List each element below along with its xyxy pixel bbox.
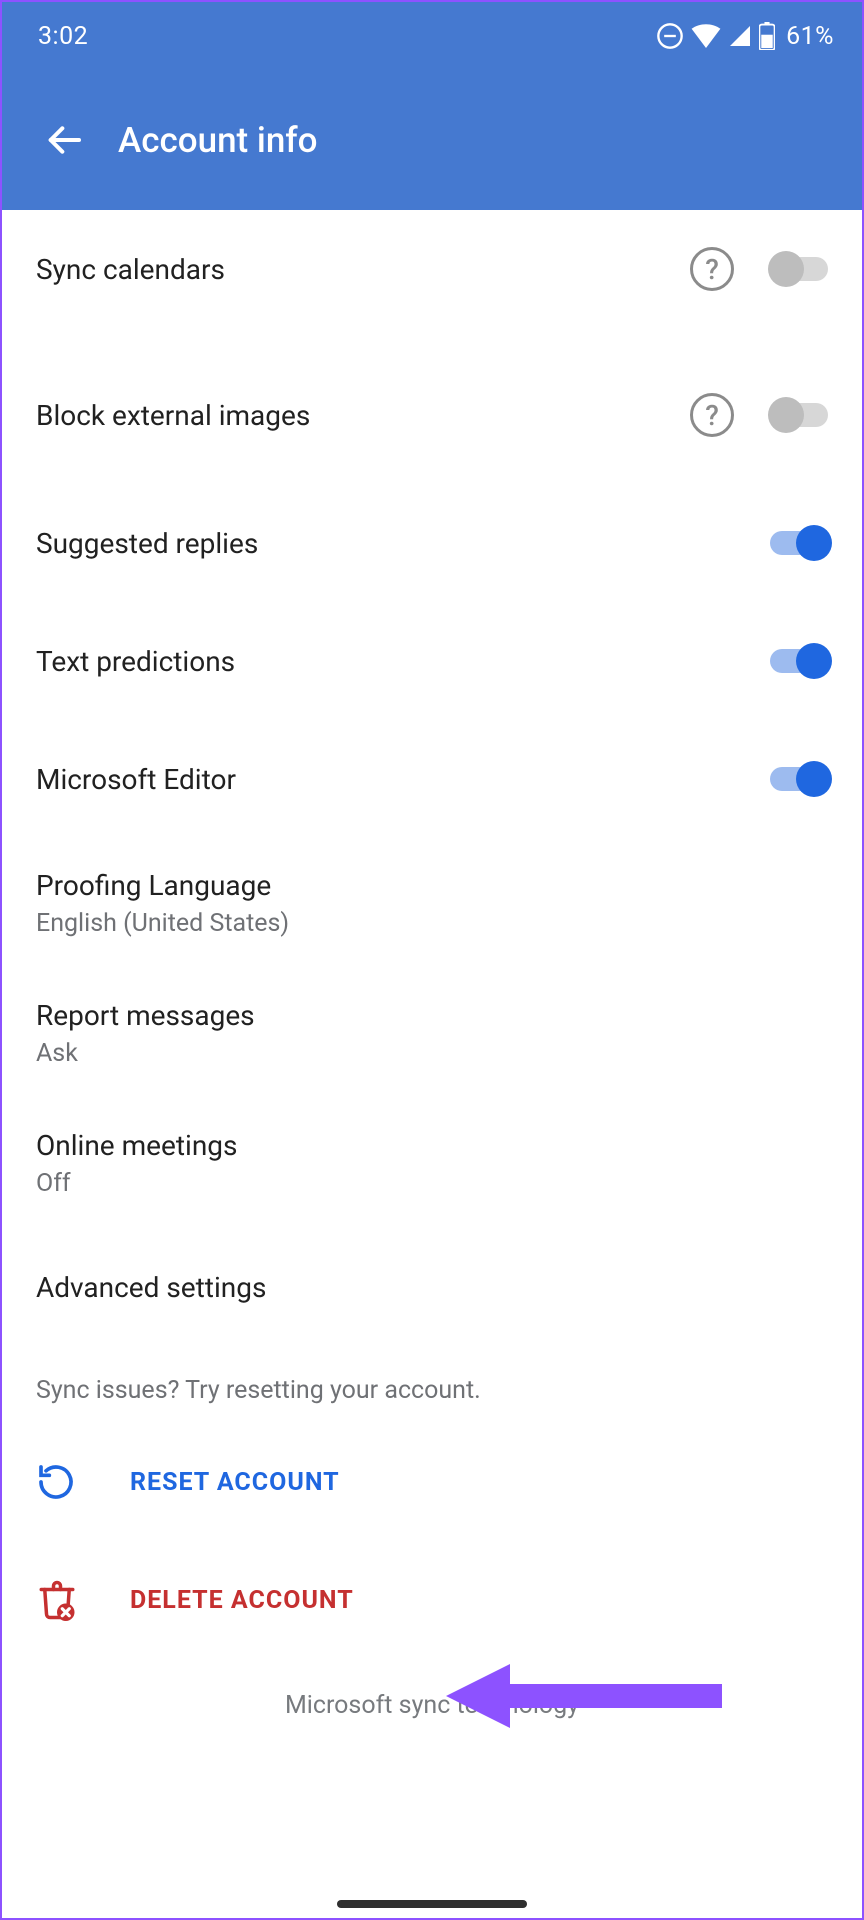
do-not-disturb-icon (656, 22, 684, 50)
row-advanced-settings[interactable]: Advanced settings (2, 1228, 862, 1346)
row-text-predictions[interactable]: Text predictions (2, 602, 862, 720)
page-title: Account info (118, 120, 318, 161)
toggle-microsoft-editor[interactable] (770, 767, 828, 791)
row-value: Off (36, 1169, 828, 1198)
row-microsoft-editor[interactable]: Microsoft Editor (2, 720, 862, 838)
row-label: Microsoft Editor (36, 762, 770, 797)
battery-percentage: 61% (786, 22, 834, 51)
row-label: Text predictions (36, 644, 770, 679)
row-label: Sync calendars (36, 252, 690, 287)
toggle-text-predictions[interactable] (770, 649, 828, 673)
delete-label: DELETE ACCOUNT (130, 1586, 354, 1615)
arrow-back-icon (44, 120, 84, 160)
toggle-sync-calendars[interactable] (770, 257, 828, 281)
row-label: Report messages (36, 998, 828, 1033)
settings-list: Sync calendars ? Block external images ?… (2, 210, 862, 1734)
battery-icon (759, 22, 775, 50)
row-suggested-replies[interactable]: Suggested replies (2, 484, 862, 602)
row-label: Online meetings (36, 1128, 828, 1163)
row-block-external-images[interactable]: Block external images ? (2, 356, 862, 474)
row-online-meetings[interactable]: Online meetings Off (2, 1098, 862, 1228)
app-header: Account info (2, 70, 862, 210)
row-label: Suggested replies (36, 526, 770, 561)
row-value: Ask (36, 1039, 828, 1068)
row-label: Block external images (36, 398, 690, 433)
row-sync-calendars[interactable]: Sync calendars ? (2, 210, 862, 328)
row-report-messages[interactable]: Report messages Ask (2, 968, 862, 1098)
signal-icon (728, 24, 752, 48)
status-time: 3:02 (38, 22, 88, 51)
row-label: Proofing Language (36, 868, 828, 903)
row-value: English (United States) (36, 909, 828, 938)
navigation-handle[interactable] (337, 1900, 527, 1908)
row-label: Advanced settings (36, 1270, 828, 1305)
reset-icon (36, 1462, 76, 1502)
status-icons: 61% (656, 22, 834, 51)
wifi-icon (691, 24, 721, 48)
back-button[interactable] (20, 96, 108, 184)
status-bar: 3:02 61% (2, 2, 862, 70)
row-proofing-language[interactable]: Proofing Language English (United States… (2, 838, 862, 968)
sync-hint: Sync issues? Try resetting your account. (2, 1346, 862, 1423)
footer-text: Microsoft sync technology (2, 1659, 862, 1734)
delete-account-button[interactable]: DELETE ACCOUNT (2, 1541, 862, 1659)
toggle-block-external-images[interactable] (770, 403, 828, 427)
toggle-suggested-replies[interactable] (770, 531, 828, 555)
reset-label: RESET ACCOUNT (130, 1468, 340, 1497)
help-icon[interactable]: ? (690, 393, 734, 437)
reset-account-button[interactable]: RESET ACCOUNT (2, 1423, 862, 1541)
trash-icon (36, 1579, 78, 1621)
help-icon[interactable]: ? (690, 247, 734, 291)
